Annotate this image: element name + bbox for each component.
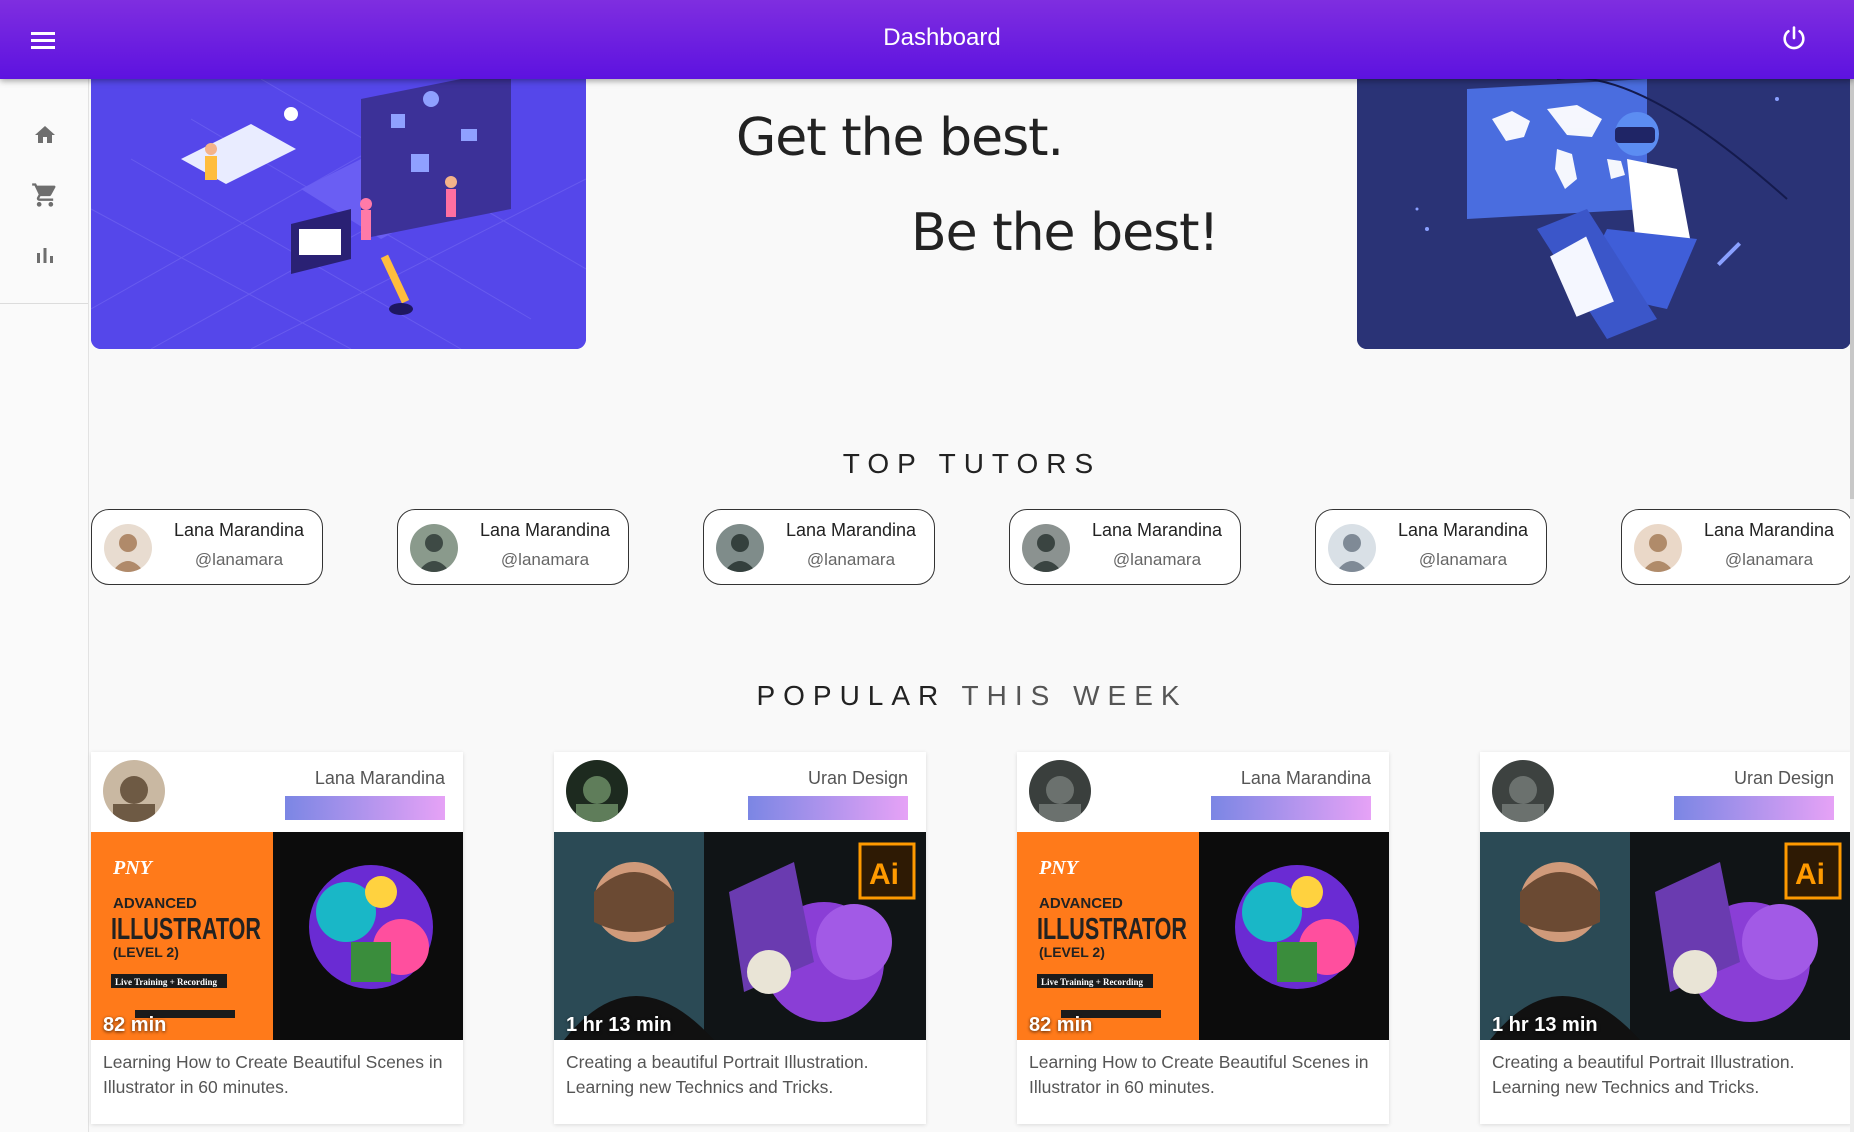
page-title: Dashboard <box>883 24 1001 51</box>
gradient-bar <box>1674 796 1834 820</box>
tutor-handle: @lanamara <box>194 550 284 569</box>
svg-text:Ai: Ai <box>1795 858 1825 891</box>
tutor-chip[interactable]: Lana Marandina @lanamara <box>91 509 323 585</box>
course-card[interactable]: Uran Design Ai 1 hr 13 min Creating a beaut… <box>554 752 926 1124</box>
tutor-handle: @lanamara <box>1724 550 1814 569</box>
author-avatar <box>103 760 165 822</box>
course-duration: 1 hr 13 min <box>566 1014 672 1036</box>
home-icon <box>34 126 55 143</box>
avatar <box>1022 524 1070 572</box>
svg-text:PNY: PNY <box>112 857 154 879</box>
tutor-name: Lana Marandina <box>1703 520 1835 540</box>
tutor-chip[interactable]: Lana Marandina @lanamara <box>397 509 629 585</box>
course-duration: 1 hr 13 min <box>1492 1014 1598 1036</box>
svg-text:(LEVEL 2): (LEVEL 2) <box>113 944 179 960</box>
tutor-handle: @lanamara <box>1418 550 1508 569</box>
tutor-chip[interactable]: Lana Marandina @lanamara <box>703 509 935 585</box>
power-icon[interactable] <box>1774 18 1814 58</box>
course-card[interactable]: Uran Design Ai 1 hr 13 min Creating a beaut… <box>1480 752 1852 1124</box>
card-author[interactable]: Uran Design <box>808 768 908 789</box>
course-thumbnail[interactable]: PNY ADVANCED ILLUSTRATOR (LEVEL 2) Live Trai… <box>1017 832 1389 1040</box>
course-card[interactable]: Lana Marandina PNY ADVANCED ILLUSTRATOR (LEV… <box>91 752 463 1124</box>
tutor-chip[interactable]: Lana Marandina @lanamara <box>1621 509 1853 585</box>
tutor-handle: @lanamara <box>500 550 590 569</box>
isometric-illustration <box>91 79 586 349</box>
svg-text:PNY: PNY <box>1038 857 1080 879</box>
avatar <box>716 524 764 572</box>
svg-text:ILLUSTRATOR: ILLUSTRATOR <box>1037 911 1187 946</box>
author-avatar <box>1492 760 1554 822</box>
app-bar: Dashboard <box>0 0 1854 79</box>
tutor-name: Lana Marandina <box>785 520 917 540</box>
avatar <box>410 524 458 572</box>
course-description: Creating a beautiful Portrait Illustrati… <box>1492 1052 1795 1097</box>
gradient-bar <box>285 796 445 820</box>
popular-heading-bold: POPULAR <box>756 680 947 711</box>
course-description: Learning How to Create Beautiful Scenes … <box>1029 1052 1369 1097</box>
svg-text:ADVANCED: ADVANCED <box>113 895 197 912</box>
tutor-handle: @lanamara <box>1112 550 1202 569</box>
hero-heading-1: Get the best. <box>736 108 1064 168</box>
tutor-chip[interactable]: Lana Marandina @lanamara <box>1315 509 1547 585</box>
avatar <box>104 524 152 572</box>
tutor-name: Lana Marandina <box>1091 520 1223 540</box>
card-author[interactable]: Uran Design <box>1734 768 1834 789</box>
author-avatar <box>566 760 628 822</box>
course-description: Creating a beautiful Portrait Illustrati… <box>566 1052 869 1097</box>
bar-chart-icon <box>36 248 53 263</box>
avatar <box>1634 524 1682 572</box>
course-card[interactable]: Lana Marandina PNY ADVANCED ILLUSTRATOR (LEV… <box>1017 752 1389 1124</box>
svg-text:ILLUSTRATOR: ILLUSTRATOR <box>111 911 261 946</box>
cart-icon <box>31 183 56 207</box>
card-author[interactable]: Lana Marandina <box>1241 768 1371 789</box>
sidebar-nav <box>0 79 88 304</box>
hero-illustration-right <box>1357 79 1851 349</box>
course-thumbnail[interactable]: Ai <box>554 832 926 1040</box>
course-description: Learning How to Create Beautiful Scenes … <box>103 1052 443 1097</box>
svg-text:(LEVEL 2): (LEVEL 2) <box>1039 944 1105 960</box>
course-thumbnail[interactable]: Ai <box>1480 832 1852 1040</box>
vr-illustration <box>1357 79 1851 349</box>
course-duration: 82 min <box>1029 1014 1093 1036</box>
popular-heading-light: THIS WEEK <box>961 680 1188 711</box>
sidebar-item-cart[interactable] <box>0 165 89 225</box>
popular-heading: POPULAR THIS WEEK <box>90 680 1854 712</box>
svg-text:Live Training + Recording: Live Training + Recording <box>1041 977 1144 987</box>
svg-text:Ai: Ai <box>869 858 899 891</box>
hero-illustration-left <box>91 79 586 349</box>
sidebar-item-stats[interactable] <box>0 225 89 285</box>
top-tutors-heading: TOP TUTORS <box>842 448 1102 479</box>
gradient-bar <box>1211 796 1371 820</box>
scrollbar-thumb[interactable] <box>1850 79 1854 499</box>
avatar <box>1328 524 1376 572</box>
tutor-name: Lana Marandina <box>479 520 611 540</box>
gradient-bar <box>748 796 908 820</box>
tutor-handle: @lanamara <box>806 550 896 569</box>
tutor-chip[interactable]: Lana Marandina @lanamara <box>1009 509 1241 585</box>
author-avatar <box>1029 760 1091 822</box>
card-author[interactable]: Lana Marandina <box>315 768 445 789</box>
course-duration: 82 min <box>103 1014 167 1036</box>
svg-text:ADVANCED: ADVANCED <box>1039 895 1123 912</box>
sidebar-item-home[interactable] <box>0 105 89 165</box>
course-thumbnail[interactable]: PNY ADVANCED ILLUSTRATOR (LEVEL 2) Live Trai… <box>91 832 463 1040</box>
hero-heading-2: Be the best! <box>911 203 1219 263</box>
svg-text:Live Training + Recording: Live Training + Recording <box>115 977 218 987</box>
tutor-name: Lana Marandina <box>173 520 305 540</box>
sidebar <box>0 79 89 1132</box>
tutor-name: Lana Marandina <box>1397 520 1529 540</box>
